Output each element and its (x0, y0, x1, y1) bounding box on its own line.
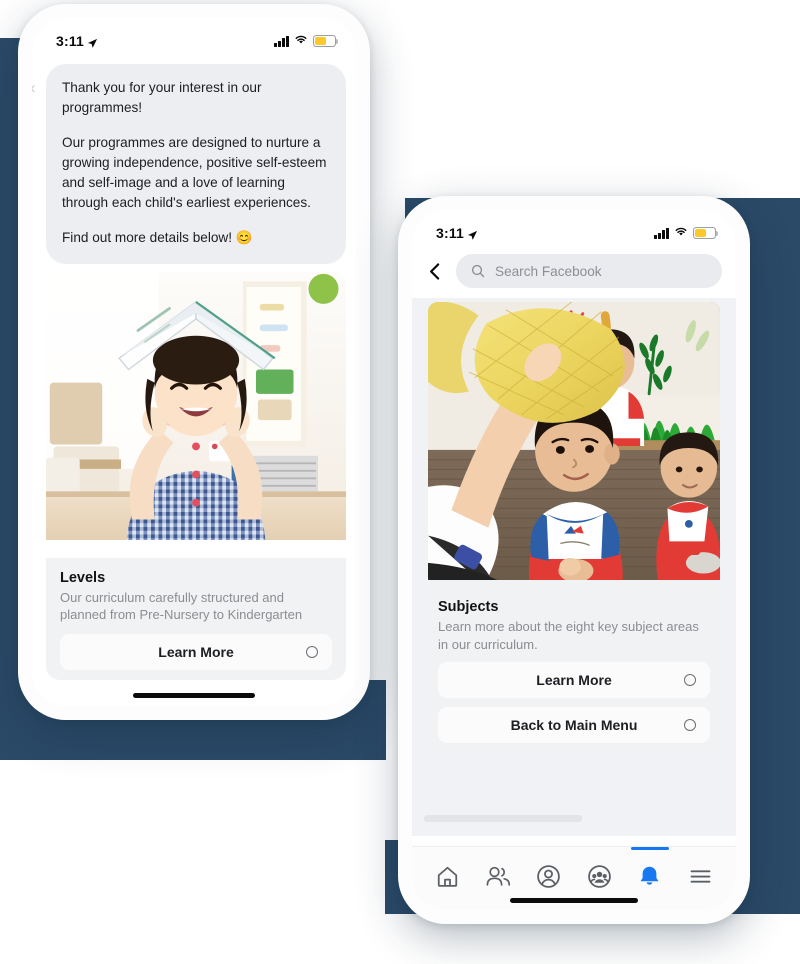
levels-learn-more-button[interactable]: Learn More (60, 633, 332, 670)
status-time-group: 3:11 (56, 33, 98, 49)
subjects-learn-more-button[interactable]: Learn More (438, 662, 710, 699)
message-bubble-wrap: ‹ Thank you for your interest in our pro… (32, 58, 356, 264)
subjects-card-body: Subjects Learn more about the eight key … (424, 588, 724, 756)
phone2-status-bar: 3:11 (412, 210, 736, 250)
nav-item-friends[interactable] (478, 859, 518, 893)
levels-learn-more-label: Learn More (158, 643, 234, 660)
hamburger-menu-icon (690, 869, 711, 883)
subjects-card-subtitle: Learn more about the eight key subject a… (438, 619, 699, 652)
groups-icon (587, 864, 611, 888)
phone2-home-indicator[interactable] (510, 898, 638, 903)
circle-outline-icon (306, 645, 318, 658)
chevron-left-icon: ‹ (32, 78, 36, 98)
facebook-content-area[interactable]: Subjects Learn more about the eight key … (412, 298, 736, 836)
chevron-left-icon (429, 262, 439, 280)
circle-outline-icon (684, 719, 696, 732)
profile-circle-icon (537, 864, 560, 888)
nav-item-home[interactable] (427, 859, 467, 893)
bell-icon (640, 866, 659, 885)
nav-item-profile[interactable] (529, 859, 569, 893)
levels-card[interactable]: Levels Our curriculum carefully structur… (46, 271, 346, 680)
status-indicators (274, 32, 339, 50)
status-time: 3:11 (436, 225, 465, 241)
cellular-bars-icon (274, 35, 289, 47)
facebook-search-header: Search Facebook (412, 250, 736, 298)
levels-card-image (46, 271, 346, 558)
message-bubble: Thank you for your interest in our progr… (46, 64, 346, 264)
message-paragraph-3: Find out more details below! 😊 (62, 229, 253, 245)
friends-icon (486, 866, 511, 886)
phone1-home-indicator[interactable] (133, 693, 255, 698)
message-paragraph-2: Our programmes are designed to nurture a… (62, 134, 327, 210)
home-icon (437, 866, 457, 887)
phone-mockup-facebook: 3:11 Search Facebook Subjects Learn more… (398, 196, 750, 924)
search-placeholder: Search Facebook (495, 263, 602, 279)
subjects-learn-more-label: Learn More (536, 672, 612, 689)
wifi-icon (294, 32, 308, 50)
phone-mockup-messenger: 3:11 Thank you for your interest in our … (18, 4, 370, 720)
status-time-group: 3:11 (436, 225, 478, 241)
nav-item-menu[interactable] (681, 859, 721, 893)
nav-item-groups[interactable] (579, 859, 619, 893)
phone2-screen: 3:11 Search Facebook Subjects Learn more… (412, 210, 736, 910)
levels-card-body: Levels Our curriculum carefully structur… (46, 557, 346, 680)
search-input[interactable]: Search Facebook (456, 254, 722, 288)
circle-outline-icon (684, 674, 696, 687)
phone1-screen: 3:11 Thank you for your interest in our … (32, 18, 356, 706)
battery-low-power-icon (313, 35, 339, 47)
subjects-back-to-main-menu-button[interactable]: Back to Main Menu (438, 707, 710, 744)
message-paragraph-1: Thank you for your interest in our progr… (62, 80, 262, 115)
phone1-status-bar: 3:11 (32, 18, 356, 58)
location-arrow-icon (467, 228, 478, 240)
subjects-back-to-main-menu-label: Back to Main Menu (510, 717, 638, 734)
status-time: 3:11 (56, 33, 85, 49)
search-icon (471, 264, 485, 278)
status-indicators (654, 224, 719, 242)
cellular-bars-icon (654, 227, 669, 239)
subjects-card[interactable]: Subjects Learn more about the eight key … (424, 298, 724, 756)
content-placeholder-bar (424, 815, 582, 822)
mockup-canvas: 3:11 Thank you for your interest in our … (0, 0, 800, 964)
nav-item-notifications[interactable] (630, 847, 670, 893)
messenger-conversation[interactable]: ‹ Thank you for your interest in our pro… (32, 58, 356, 706)
battery-low-power-icon (693, 227, 719, 239)
levels-card-subtitle: Our curriculum carefully structured and … (60, 589, 303, 623)
subjects-card-title: Subjects (438, 599, 499, 615)
wifi-icon (674, 224, 688, 242)
levels-card-title: Levels (60, 569, 106, 586)
back-button[interactable] (424, 260, 446, 282)
subjects-card-image (428, 302, 720, 588)
location-arrow-icon (87, 36, 98, 48)
